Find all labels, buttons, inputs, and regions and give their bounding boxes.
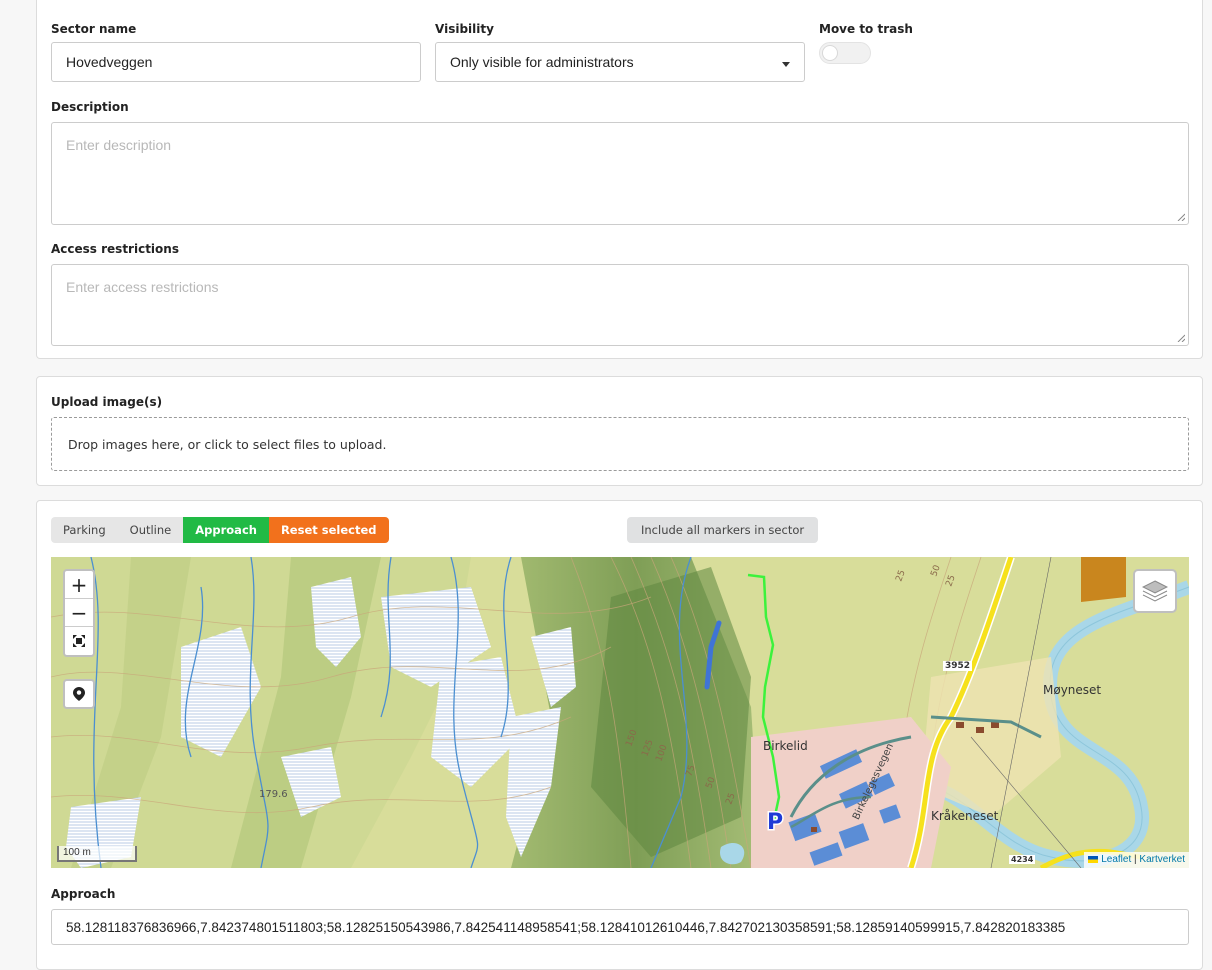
road-number-4234: 4234	[1009, 855, 1036, 864]
access-restrictions-label: Access restrictions	[51, 242, 179, 256]
map-view[interactable]: P P 150 125 100 75 50 25 25 50 25 Birkel…	[51, 557, 1189, 868]
resize-grip-icon[interactable]	[1177, 334, 1185, 342]
map-scale: 100 m	[57, 846, 137, 862]
approach-mode-button[interactable]: Approach	[183, 517, 269, 543]
access-restrictions-placeholder: Enter access restrictions	[66, 279, 219, 295]
description-placeholder: Enter description	[66, 137, 172, 153]
elevation-label: 179.6	[259, 789, 288, 800]
fullscreen-icon	[73, 635, 85, 647]
sector-name-label: Sector name	[51, 22, 137, 36]
zoom-control: + −	[63, 569, 95, 657]
attribution-separator: |	[1134, 854, 1137, 865]
map-mode-buttons: Parking Outline Approach Reset selected	[51, 517, 389, 543]
ukraine-flag-icon	[1088, 855, 1099, 863]
kartverket-link[interactable]: Kartverket	[1139, 854, 1185, 865]
sector-form-card: Sector name Hovedveggen Visibility Only …	[36, 0, 1203, 359]
location-pin-icon	[73, 687, 85, 701]
map-attribution: Leaflet | Kartverket	[1084, 852, 1189, 868]
place-label-krakeneset: Kråkeneset	[931, 809, 999, 823]
road-number-3952: 3952	[943, 661, 973, 671]
place-label-birkelid: Birkelid	[763, 739, 808, 753]
map-card: Parking Outline Approach Reset selected …	[36, 500, 1203, 970]
map-tiles: P P 150 125 100 75 50 25 25 50 25	[51, 557, 1189, 868]
layers-button[interactable]	[1133, 569, 1177, 613]
fullscreen-button[interactable]	[65, 627, 93, 655]
leaflet-link[interactable]: Leaflet	[1101, 854, 1131, 865]
move-to-trash-toggle[interactable]	[819, 42, 871, 64]
reset-selected-button[interactable]: Reset selected	[268, 517, 389, 543]
resize-grip-icon[interactable]	[1177, 213, 1185, 221]
approach-label: Approach	[51, 887, 116, 901]
image-dropzone[interactable]: Drop images here, or click to select fil…	[51, 417, 1189, 471]
toggle-knob	[822, 45, 838, 61]
include-all-markers-button[interactable]: Include all markers in sector	[627, 517, 819, 543]
svg-text:P: P	[767, 810, 783, 835]
layers-icon	[1142, 580, 1168, 602]
parking-marker-icon: P P	[766, 809, 785, 837]
sector-name-input[interactable]: Hovedveggen	[51, 42, 421, 82]
visibility-select[interactable]: Only visible for administrators	[435, 42, 805, 82]
approach-coordinates-input[interactable]: 58.128118376836966,7.842374801511803;58.…	[51, 909, 1189, 945]
parking-mode-button[interactable]: Parking	[51, 517, 118, 543]
description-textarea[interactable]: Enter description	[51, 122, 1189, 225]
outline-mode-button[interactable]: Outline	[117, 517, 184, 543]
visibility-label: Visibility	[435, 22, 494, 36]
caret-down-icon	[782, 62, 790, 67]
visibility-value: Only visible for administrators	[450, 54, 634, 70]
place-label-moyneset: Møyneset	[1043, 683, 1102, 697]
move-to-trash-label: Move to trash	[819, 22, 913, 36]
locate-button[interactable]	[63, 679, 95, 709]
zoom-in-button[interactable]: +	[65, 571, 93, 599]
upload-card: Upload image(s) Drop images here, or cli…	[36, 376, 1203, 486]
access-restrictions-textarea[interactable]: Enter access restrictions	[51, 264, 1189, 346]
zoom-out-button[interactable]: −	[65, 599, 93, 627]
description-label: Description	[51, 100, 129, 114]
upload-label: Upload image(s)	[51, 395, 163, 409]
